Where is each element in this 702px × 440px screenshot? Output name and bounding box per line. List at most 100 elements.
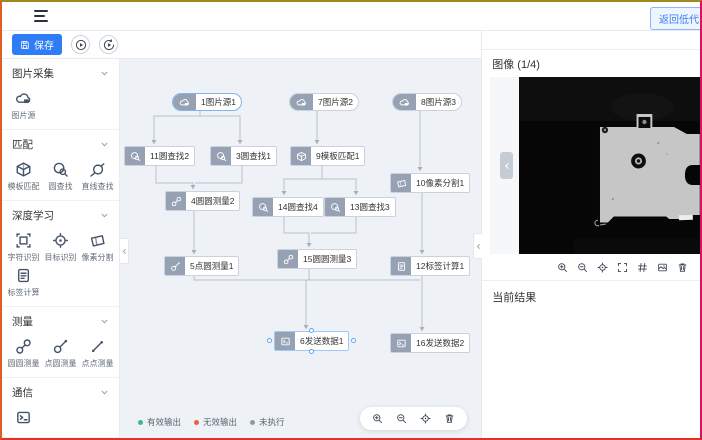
flow-node[interactable]: 9模板匹配1 — [290, 146, 365, 166]
tool-segment[interactable]: 像素分割 — [79, 232, 116, 263]
grid-button[interactable] — [637, 262, 648, 273]
panel-top-strip — [482, 31, 700, 50]
flow-node[interactable]: 12标签计算1 — [390, 256, 470, 276]
ocr-icon — [15, 232, 32, 249]
legend-item: 未执行 — [250, 416, 285, 428]
tool-line-search[interactable]: 直线查找 — [79, 161, 116, 192]
send-data-icon — [275, 332, 295, 350]
flow-node[interactable]: 6发送数据1 — [274, 331, 349, 351]
label-calc-icon — [15, 267, 32, 284]
flow-node[interactable]: 8图片源3 — [392, 93, 462, 111]
delete-button[interactable] — [677, 262, 688, 273]
cube-icon — [15, 161, 32, 178]
circle-search-icon — [211, 147, 231, 165]
flow-node[interactable]: 7图片源2 — [289, 93, 359, 111]
chevron-down-icon — [100, 388, 109, 397]
flow-node[interactable]: 10像素分割1 — [390, 173, 470, 193]
zoom-in-button[interactable] — [557, 262, 568, 273]
measure-pc-icon — [52, 338, 69, 355]
tool-label: 标签计算 — [8, 287, 40, 298]
tool-target[interactable]: 目标识别 — [42, 232, 79, 263]
panel-collapse-handle[interactable] — [473, 233, 482, 259]
save-button[interactable]: 保存 — [12, 34, 62, 55]
flow-node[interactable]: 16发送数据2 — [390, 333, 470, 353]
measure-cc-icon — [15, 338, 32, 355]
cloud-image-icon — [15, 90, 32, 107]
zoom-out-button[interactable] — [577, 262, 588, 273]
section-header[interactable]: 通信 — [2, 378, 119, 404]
locate-button[interactable] — [420, 413, 431, 424]
section-title: 深度学习 — [12, 208, 54, 223]
save-label: 保存 — [34, 37, 54, 52]
sidebar-section: 图片采集图片源 — [2, 59, 119, 130]
circle-search-icon — [253, 198, 273, 216]
node-label: 11圆查找2 — [145, 150, 194, 162]
node-label: 15圆圆测量3 — [298, 253, 356, 265]
tool-cube[interactable]: 模板匹配 — [5, 161, 42, 192]
top-header: 返回低代 — [2, 2, 700, 31]
fit-button[interactable] — [617, 262, 628, 273]
section-header[interactable]: 匹配 — [2, 130, 119, 156]
segment-icon — [89, 232, 106, 249]
node-label: 14圆查找4 — [273, 201, 323, 213]
sidebar-collapse-handle[interactable] — [120, 238, 129, 264]
locate-button[interactable] — [597, 262, 608, 273]
zoom-in-button[interactable] — [372, 413, 383, 424]
preview-image — [519, 77, 700, 254]
node-label: 10像素分割1 — [411, 177, 469, 189]
tool-cloud-image[interactable]: 图片源 — [5, 90, 42, 121]
return-lowcode-button[interactable]: 返回低代 — [650, 7, 702, 30]
image-toolbar — [482, 254, 700, 281]
save-image-button[interactable] — [657, 262, 668, 273]
flow-node[interactable]: 4圆圆测量2 — [165, 191, 240, 211]
tool-measure-pc[interactable]: 点圆测量 — [42, 338, 79, 369]
flow-node[interactable]: 1图片源1 — [172, 93, 242, 111]
run-once-button[interactable] — [71, 35, 90, 54]
cloud-image-icon — [173, 94, 196, 110]
tool-ocr[interactable]: 字符识别 — [5, 232, 42, 263]
cloud-image-icon — [393, 94, 416, 110]
zoom-out-button[interactable] — [396, 413, 407, 424]
tool-label: 圆圆测量 — [8, 358, 40, 369]
circle-search-icon — [125, 147, 145, 165]
sidebar-section: 测量圆圆测量点圆测量点点测量 — [2, 307, 119, 378]
prev-image-button[interactable] — [500, 152, 513, 179]
flow-canvas[interactable]: 1图片源1 7图片源2 8图片源3 11圆查找2 3圆查找1 9模板匹配1 10像素分割1 4… — [120, 59, 481, 440]
chevron-right-icon — [475, 243, 482, 250]
circle-search-icon — [325, 198, 345, 216]
tool-label-calc[interactable]: 标签计算 — [5, 267, 42, 298]
flow-node[interactable]: 11圆查找2 — [124, 146, 195, 166]
section-header[interactable]: 测量 — [2, 307, 119, 333]
measure-cc-icon — [166, 192, 186, 210]
node-label: 3圆查找1 — [231, 150, 276, 162]
play-icon — [75, 39, 87, 51]
tool-circle-search[interactable]: 圆查找 — [42, 161, 79, 192]
flow-node[interactable]: 14圆查找4 — [252, 197, 324, 217]
tool-label: 直线查找 — [82, 181, 114, 192]
tool-measure-pp[interactable]: 点点测量 — [79, 338, 116, 369]
flow-node[interactable]: 15圆圆测量3 — [277, 249, 357, 269]
tool-label: 目标识别 — [45, 252, 77, 263]
flow-node[interactable]: 13圆查找3 — [324, 197, 396, 217]
chevron-down-icon — [100, 140, 109, 149]
sidebar-section: 深度学习字符识别目标识别像素分割标签计算 — [2, 201, 119, 307]
flow-node[interactable]: 3圆查找1 — [210, 146, 277, 166]
line-search-icon — [89, 161, 106, 178]
image-title: 图像 (1/4) — [482, 50, 700, 77]
tool-measure-cc[interactable]: 圆圆测量 — [5, 338, 42, 369]
part-photo — [519, 77, 700, 254]
section-title: 匹配 — [12, 137, 33, 152]
segment-icon — [391, 174, 411, 192]
run-loop-button[interactable] — [99, 35, 118, 54]
menu-icon[interactable] — [34, 10, 48, 22]
replay-icon — [103, 39, 115, 51]
tool-label: 图片源 — [12, 110, 36, 121]
flow-node[interactable]: 5点圆测量1 — [164, 256, 239, 276]
editor-toolbar: 保存 — [2, 31, 481, 59]
delete-button[interactable] — [444, 413, 455, 424]
measure-pc-icon — [165, 257, 185, 275]
section-header[interactable]: 深度学习 — [2, 201, 119, 227]
section-header[interactable]: 图片采集 — [2, 59, 119, 85]
node-label: 9模板匹配1 — [311, 150, 364, 162]
tool-send-data[interactable] — [5, 409, 42, 429]
